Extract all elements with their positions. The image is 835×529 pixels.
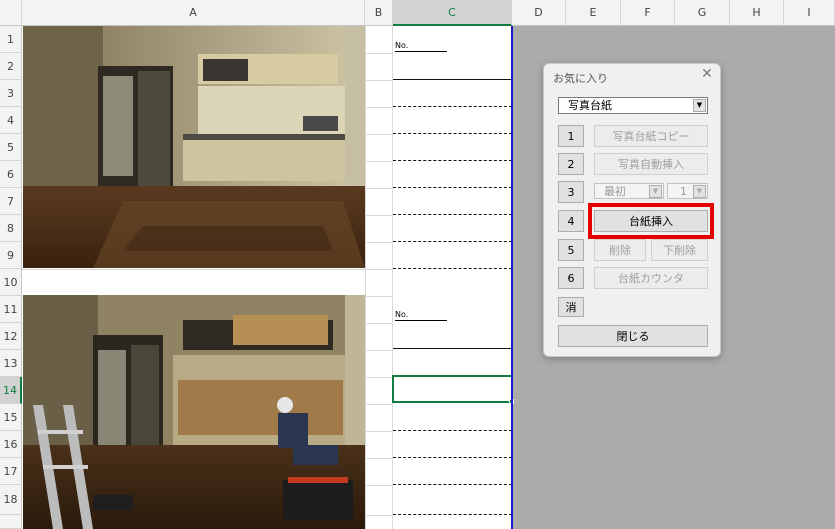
row-header-2[interactable]: 2 [0, 53, 22, 80]
row-header-11[interactable]: 11 [0, 296, 22, 323]
row-rule [393, 79, 512, 80]
kitchen-before-renovation-photo[interactable] [23, 26, 365, 268]
gridline [365, 242, 393, 243]
row-header-19[interactable] [0, 515, 22, 529]
gridline [365, 161, 393, 162]
step-6-button[interactable]: 6 [558, 267, 584, 289]
highlight-box [588, 203, 714, 239]
column-header-b[interactable]: B [365, 0, 393, 26]
column-header-i[interactable]: I [784, 0, 835, 26]
gridline [365, 215, 393, 216]
column-header-f[interactable]: F [621, 0, 675, 26]
row-rule [393, 133, 512, 134]
row-rule [393, 160, 512, 161]
gridline [365, 515, 393, 516]
row-header-10[interactable]: 10 [0, 269, 22, 296]
row-header-12[interactable]: 12 [0, 323, 22, 350]
gridline [365, 53, 393, 54]
gridline [365, 485, 393, 486]
row-header-8[interactable]: 8 [0, 215, 22, 242]
row-rule [393, 514, 512, 515]
row-header-17[interactable]: 17 [0, 458, 22, 485]
column-header-h[interactable]: H [730, 0, 784, 26]
gridline [365, 134, 393, 135]
template-counter-button[interactable]: 台紙カウンタ [594, 267, 708, 289]
photo-number-label: No. [395, 310, 447, 321]
row-header-7[interactable]: 7 [0, 188, 22, 215]
row-rule [393, 106, 512, 107]
row-rule [393, 430, 512, 431]
dialog-title: お気に入り [553, 72, 608, 85]
gridline [365, 26, 366, 529]
position-select[interactable]: 最初 ▼ [594, 183, 664, 199]
column-header-e[interactable]: E [566, 0, 621, 26]
worker-demolishing-kitchen-photo[interactable] [23, 295, 365, 529]
row-header-6[interactable]: 6 [0, 161, 22, 188]
row-header-4[interactable]: 4 [0, 107, 22, 134]
count-select[interactable]: 1 ▼ [667, 183, 708, 199]
delete-below-button[interactable]: 下削除 [651, 239, 708, 261]
column-header-g[interactable]: G [675, 0, 730, 26]
template-select-value: 写真台紙 [568, 99, 612, 112]
row-header-15[interactable]: 15 [0, 404, 22, 431]
close-dialog-button[interactable]: 閉じる [558, 325, 708, 347]
select-all-corner[interactable] [0, 0, 22, 26]
row-header-18[interactable]: 18 [0, 485, 22, 515]
chevron-down-icon[interactable]: ▼ [693, 99, 706, 112]
auto-insert-photos-button[interactable]: 写真自動挿入 [594, 153, 708, 175]
gridline [365, 107, 393, 108]
row-header-3[interactable]: 3 [0, 80, 22, 107]
step-5-button[interactable]: 5 [558, 239, 584, 261]
row-header-1[interactable]: 1 [0, 26, 22, 53]
gridline [22, 269, 393, 270]
gridline [365, 404, 393, 405]
row-header-5[interactable]: 5 [0, 134, 22, 161]
active-cell[interactable] [392, 375, 513, 403]
row-rule [393, 241, 512, 242]
gridline [365, 80, 393, 81]
gridline [365, 188, 393, 189]
gridline [365, 458, 393, 459]
count-select-value: 1 [680, 185, 687, 198]
gridline [365, 350, 393, 351]
column-header-d[interactable]: D [512, 0, 566, 26]
template-select[interactable]: 写真台紙 ▼ [558, 97, 708, 114]
row-rule [393, 348, 512, 349]
clear-button[interactable]: 消 [558, 297, 584, 317]
column-header-c[interactable]: C [393, 0, 512, 26]
column-header-a[interactable]: A [22, 0, 365, 26]
row-header-16[interactable]: 16 [0, 431, 22, 458]
page-break-line [511, 26, 513, 529]
favorites-dialog: お気に入り ✕ 写真台紙 ▼ 1 写真台紙コピー 2 写真自動挿入 3 最初 ▼… [543, 63, 721, 357]
step-4-button[interactable]: 4 [558, 210, 584, 232]
row-rule [393, 268, 512, 269]
photo-template-copy-button[interactable]: 写真台紙コピー [594, 125, 708, 147]
step-1-button[interactable]: 1 [558, 125, 584, 147]
row-rule [393, 214, 512, 215]
row-rule [393, 484, 512, 485]
step-3-button[interactable]: 3 [558, 181, 584, 203]
photo-number-label: No. [395, 41, 447, 52]
gridline [392, 26, 393, 529]
gridline [365, 377, 393, 378]
step-2-button[interactable]: 2 [558, 153, 584, 175]
row-header-14[interactable]: 14 [0, 377, 22, 404]
chevron-down-icon[interactable]: ▼ [649, 185, 662, 198]
row-rule [393, 457, 512, 458]
row-rule [393, 187, 512, 188]
close-icon[interactable]: ✕ [700, 67, 714, 81]
chevron-down-icon[interactable]: ▼ [693, 185, 706, 198]
gridline [365, 323, 393, 324]
delete-button[interactable]: 削除 [594, 239, 646, 261]
row-header-9[interactable]: 9 [0, 242, 22, 269]
position-select-value: 最初 [604, 185, 626, 198]
gridline [365, 431, 393, 432]
row-header-13[interactable]: 13 [0, 350, 22, 377]
